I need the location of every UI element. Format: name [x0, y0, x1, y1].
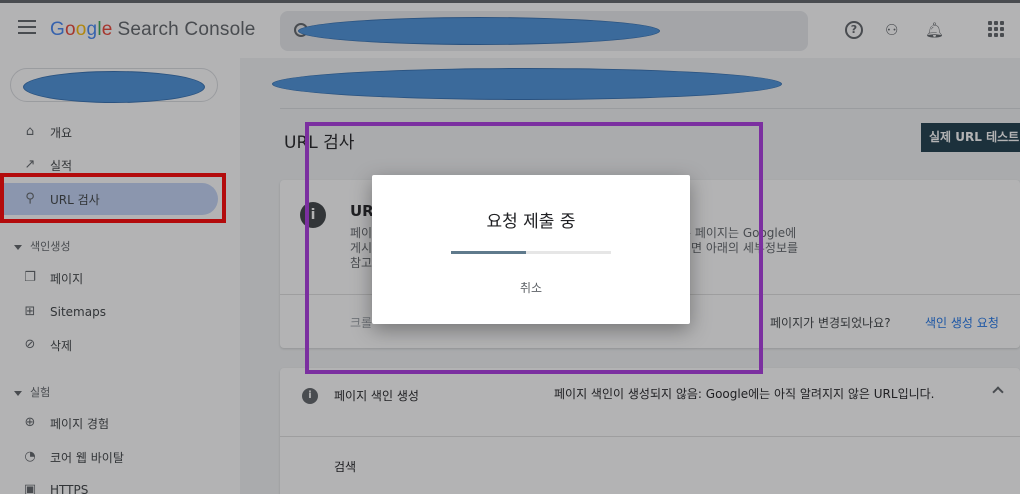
- cancel-button[interactable]: 취소: [372, 279, 690, 296]
- submitting-request-dialog: 요청 제출 중 취소: [372, 175, 690, 324]
- dialog-title: 요청 제출 중: [486, 212, 576, 232]
- progress-fill: [451, 251, 527, 254]
- progress-bar: [451, 251, 611, 254]
